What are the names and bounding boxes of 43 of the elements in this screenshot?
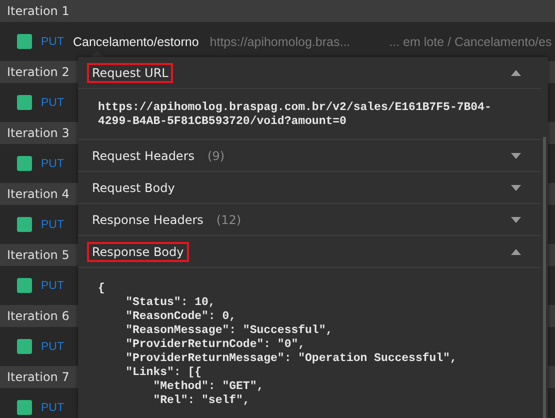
- expand-caret-icon: [511, 152, 521, 158]
- http-method: PUT: [41, 218, 64, 230]
- http-method: PUT: [41, 96, 64, 108]
- status-icon: [17, 156, 32, 171]
- iteration-title: Iteration 6: [7, 309, 70, 323]
- section-title: Request Body: [91, 180, 176, 196]
- section-title: Request URL: [87, 62, 174, 82]
- iteration-title: Iteration 1: [7, 4, 70, 18]
- response-body-code: { "Status": 10, "ReasonCode": 0, "ReasonMessage": "Successful", "ProviderReturnCode": "0", "ProviderReturnMessage": "Operation Successful", "Links": [{ "Method": "GET", "Rel": "self",: [97, 281, 458, 409]
- section-header[interactable]: Request Headers (9): [78, 140, 541, 172]
- status-icon: [17, 278, 32, 293]
- status-icon: [17, 95, 32, 110]
- http-method: PUT: [41, 280, 64, 292]
- http-method: PUT: [41, 340, 64, 352]
- status-icon: [17, 217, 32, 232]
- iteration-title: Iteration 7: [7, 370, 70, 384]
- scrollbar[interactable]: [543, 137, 546, 418]
- iteration-title: Iteration 5: [7, 248, 70, 262]
- status-icon: [17, 400, 32, 415]
- section-header[interactable]: Request URL: [78, 57, 541, 89]
- request-url: https://apihomolog.bras...: [210, 34, 350, 48]
- section-count: (9): [208, 148, 225, 162]
- iteration-title: Iteration 4: [7, 187, 70, 201]
- collapse-caret-icon: [511, 248, 521, 254]
- status-icon: [17, 34, 32, 49]
- section-title: Request Headers: [91, 148, 196, 164]
- request-name: Cancelamento/estorno: [73, 34, 199, 48]
- section-header[interactable]: Response Body: [78, 236, 541, 268]
- http-method: PUT: [41, 158, 64, 170]
- status-icon: [17, 339, 32, 354]
- collapse-caret-icon: [511, 70, 521, 76]
- iteration-title: Iteration 2: [7, 65, 70, 79]
- http-method: PUT: [41, 402, 64, 414]
- section-header[interactable]: Response Headers (12): [78, 204, 541, 236]
- request-url-text: https://apihomolog.braspag.com.br/v2/sales/E161B7F5-7B04- 4299-B4AB-5F81CB593720/void?amount=0: [78, 89, 541, 140]
- request-path: ... em lote / Cancelamento/es: [389, 34, 552, 48]
- section-title: Response Headers: [91, 212, 204, 228]
- section-count: (12): [216, 212, 242, 226]
- http-method: PUT: [41, 36, 64, 48]
- section-header[interactable]: Request Body: [78, 172, 541, 204]
- section-title: Response Body: [87, 242, 189, 262]
- iteration-title: Iteration 3: [7, 126, 70, 140]
- expand-caret-icon: [511, 216, 521, 222]
